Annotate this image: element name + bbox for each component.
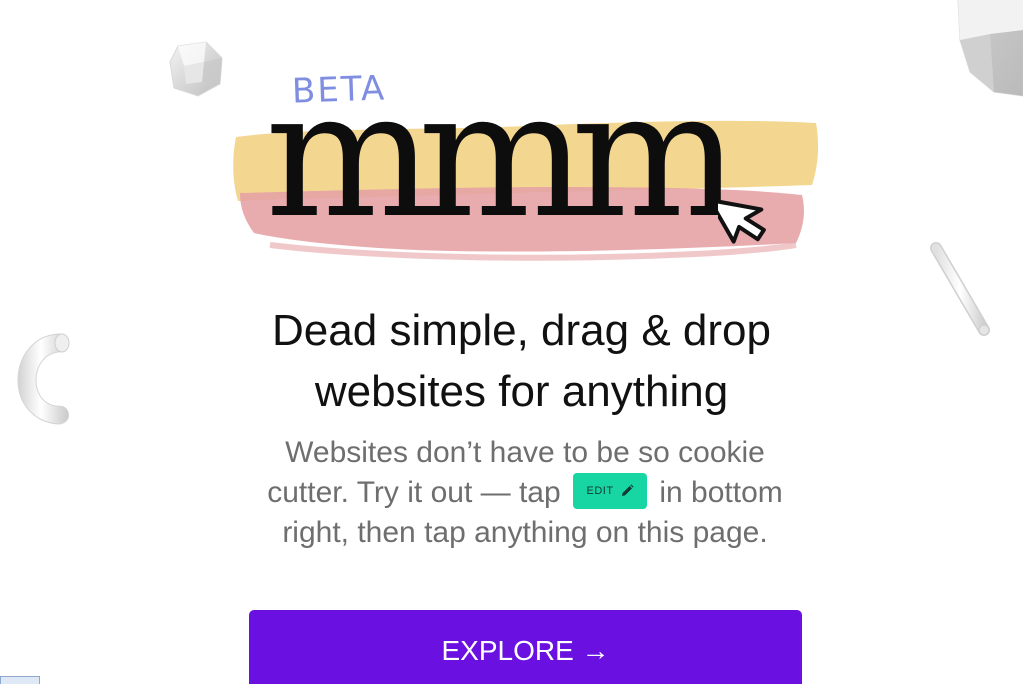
headline-line-1: Dead simple, drag & drop xyxy=(272,306,771,355)
edit-chip-label: EDIT xyxy=(586,485,614,498)
corner-widget[interactable] xyxy=(0,676,40,684)
white-polyhedron-decoration xyxy=(169,41,223,97)
white-polyhedron-corner-decoration xyxy=(957,0,1023,97)
headline-line-2: websites for anything xyxy=(314,367,729,416)
explore-button[interactable]: EXPLORE → xyxy=(249,610,802,684)
edit-chip: EDIT xyxy=(573,473,648,510)
page-headline: Dead simple, drag & drop websites for an… xyxy=(0,300,1023,422)
subtext-line-1: Websites don’t have to be so cookie xyxy=(285,436,765,469)
subtext-line-2-end: in bottom xyxy=(659,476,783,509)
mouse-pointer-icon xyxy=(718,198,766,244)
explore-button-label: EXPLORE → xyxy=(441,635,610,666)
subtext-line-2-text: cutter. Try it out — tap xyxy=(267,476,561,509)
subtext-line-3: right, then tap anything on this page. xyxy=(282,516,768,549)
pencil-icon xyxy=(621,484,634,497)
page-subtext: Websites don’t have to be so cookie cutt… xyxy=(240,433,810,553)
beta-label: BETA xyxy=(291,68,387,112)
subtext-line-2: cutter. Try it out — tap EDIT in bottom xyxy=(240,473,810,513)
